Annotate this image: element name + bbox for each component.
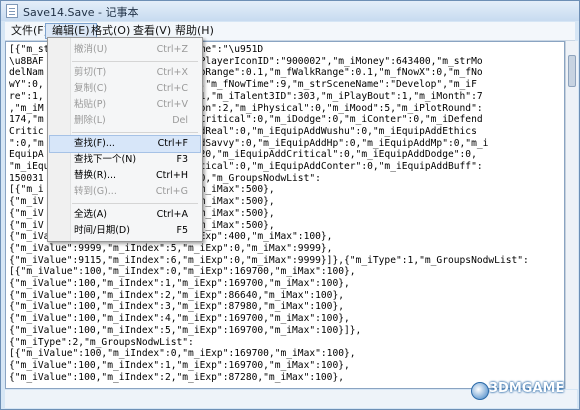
editor-text-line: {"m_iValue":100,"m_iIndex":5,"m_iExp":16… [9,324,362,336]
editor-text-line: {"m_iType":2,"m_GroupsNodwList": [9,336,194,348]
menu-item-paste: 粘贴(P) Ctrl+V [50,97,200,113]
menu-item-cut: 剪切(T) Ctrl+X [50,65,200,81]
menu-item-label: 粘贴(P) [74,99,107,110]
editor-text-line: [{"m_iValue":100,"m_iIndex":0,"m_iExp":1… [9,266,356,278]
menu-item-label: 时间/日期(D) [74,225,130,236]
menu-item-label: 删除(L) [74,115,106,126]
menu-item-shortcut: Ctrl+V [156,99,188,110]
menu-item-shortcut: Ctrl+H [155,170,188,181]
editor-text-line: {"m_iValue":100,"m_iIndex":1,"m_iExp":16… [9,359,350,371]
notepad-window: Save14.Save - 记事本 文件(F) 编辑(E) 格式(O) 查看(V… [0,0,580,410]
editor-text-line: {"m_iValue":100,"m_iIndex":2,"m_iExp":86… [9,289,345,301]
menu-separator [72,61,198,62]
menu-separator [72,132,198,133]
watermark-text: 3DMGAME [489,381,565,396]
menu-item-shortcut: Ctrl+Z [156,44,188,55]
menu-separator [72,203,198,204]
menu-item-label: 剪切(T) [74,67,107,78]
menu-item-undo: 撤消(U) Ctrl+Z [50,42,200,58]
menu-item-time-date[interactable]: 时间/日期(D) F5 [50,223,200,239]
title-bar[interactable]: Save14.Save - 记事本 [1,1,579,21]
menu-item-label: 替换(R)... [74,170,117,181]
scrollbar-thumb[interactable] [568,55,576,87]
menu-item-shortcut: Ctrl+G [155,186,188,197]
menu-item-label: 查找下一个(N) [74,154,137,165]
menu-item-shortcut: Ctrl+X [156,67,188,78]
menu-item-label: 查找(F)... [74,138,115,149]
menu-item-shortcut: Ctrl+C [156,83,189,94]
editor-text-line: {"m_iValue":100,"m_iIndex":3,"m_iExp":87… [9,301,345,313]
menu-item-shortcut: F5 [176,225,188,236]
menu-item-delete: 删除(L) Del [50,113,200,129]
menu-item-shortcut: F3 [176,154,188,165]
notepad-icon [6,4,18,18]
editor-text-line: {"m_iValue":100,"m_iIndex":4,"m_iExp":16… [9,313,350,325]
vertical-scrollbar[interactable] [565,41,578,389]
editor-text-line: {"m_iValue":100,"m_iIndex":1,"m_iExp":16… [9,278,350,289]
menu-item-label: 全选(A) [74,209,107,220]
menu-item-shortcut: Ctrl+A [156,209,188,220]
menu-item-select-all[interactable]: 全选(A) Ctrl+A [50,207,200,223]
menu-item-label: 转到(G)... [74,186,117,197]
menu-item-goto: 转到(G)... Ctrl+G [50,184,200,200]
menu-item-shortcut: Del [172,115,188,126]
menu-item-find-next[interactable]: 查找下一个(N) F3 [50,152,200,168]
edit-menu-dropdown: 撤消(U) Ctrl+Z 剪切(T) Ctrl+X 复制(C) Ctrl+C 粘贴(P) Ct… [47,37,203,242]
editor-text-line: {"m_iValue":100,"m_iIndex":2,"m_iExp":87… [9,371,345,383]
window-title: Save14.Save - 记事本 [23,6,139,19]
menu-item-label: 撤消(U) [74,44,108,55]
menu-item-copy: 复制(C) Ctrl+C [50,81,200,97]
menu-item-find[interactable]: 查找(F)... Ctrl+F [49,135,201,153]
menu-item-shortcut: Ctrl+F [157,138,188,149]
editor-text-line: [{"m_iValue":100,"m_iIndex":0,"m_iExp":1… [9,348,356,360]
3dmgame-logo-icon [471,382,489,400]
editor-text-line: {"m_iValue":9115,"m_iIndex":6,"m_iExp":0… [9,254,529,266]
menu-item-label: 复制(C) [74,83,108,94]
editor-text-line: {"m_iValue":9999,"m_iIndex":5,"m_iExp":0… [9,242,333,254]
menu-item-replace[interactable]: 替换(R)... Ctrl+H [50,168,200,184]
